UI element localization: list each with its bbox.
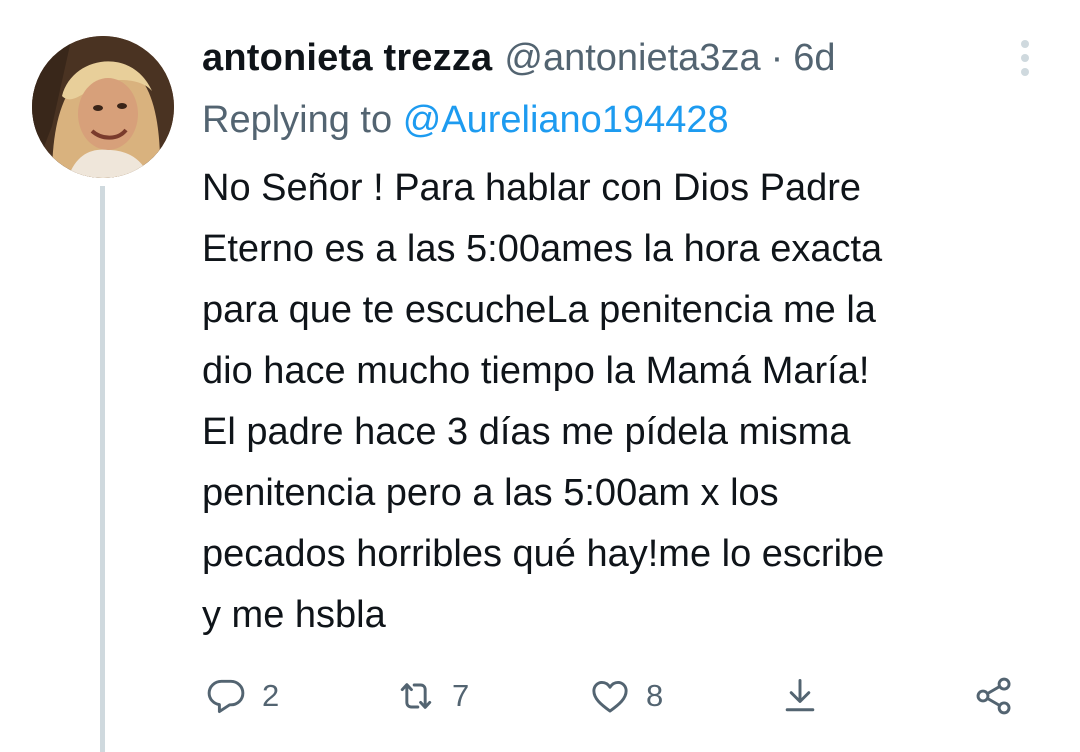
replying-to-label: Replying to <box>202 99 393 141</box>
tweet-text-line: y me hsbla <box>202 594 386 636</box>
retweet-icon <box>400 683 432 709</box>
tweet-text-line: pecados horribles qué hay!me lo escribe <box>202 533 885 575</box>
reply-mention-link[interactable]: @Aureliano194428 <box>403 99 729 141</box>
tweet-text-line: Eterno es a las 5:00ames la hora exacta <box>202 228 883 270</box>
author-handle[interactable]: @antonieta3za <box>504 34 760 82</box>
avatar-image <box>32 36 174 178</box>
replying-to: Replying to @Aureliano194428 <box>202 96 729 144</box>
heart-icon <box>592 680 628 713</box>
download-icon <box>785 678 815 712</box>
share-button[interactable] <box>972 668 1016 724</box>
download-button[interactable] <box>778 668 822 724</box>
tweet-text-line: dio hace mucho tiempo la Mamá María! <box>202 350 870 392</box>
like-count: 8 <box>646 678 664 713</box>
retweet-count: 7 <box>452 678 470 713</box>
avatar[interactable] <box>32 36 174 178</box>
reply-bubble-icon <box>207 679 245 714</box>
tweet-text-line: No Señor ! Para hablar con Dios Padre <box>202 167 862 209</box>
author-name[interactable]: antonieta trezza <box>202 34 492 82</box>
tweet-text-line: para que te escucheLa penitencia me la <box>202 289 876 331</box>
timestamp[interactable]: 6d <box>793 34 835 82</box>
retweet-button[interactable]: 7 <box>394 668 469 724</box>
like-button[interactable]: 8 <box>588 668 663 724</box>
tweet-text-line: penitencia pero a las 5:00am x los <box>202 472 779 514</box>
reply-button[interactable]: 2 <box>204 668 279 724</box>
tweet-text: No Señor ! Para hablar con Dios Padre Et… <box>202 158 1062 646</box>
separator-dot: · <box>770 37 784 79</box>
tweet-header: antonieta trezza @antonieta3za · 6d <box>202 34 836 82</box>
tweet: antonieta trezza @antonieta3za · 6d Repl… <box>0 0 1080 752</box>
tweet-text-line: El padre hace 3 días me pídela misma <box>202 411 851 453</box>
more-options-button[interactable] <box>1016 38 1036 78</box>
share-icon <box>976 677 1011 715</box>
reply-count: 2 <box>262 678 280 713</box>
action-bar: 2 7 8 <box>0 668 1080 724</box>
